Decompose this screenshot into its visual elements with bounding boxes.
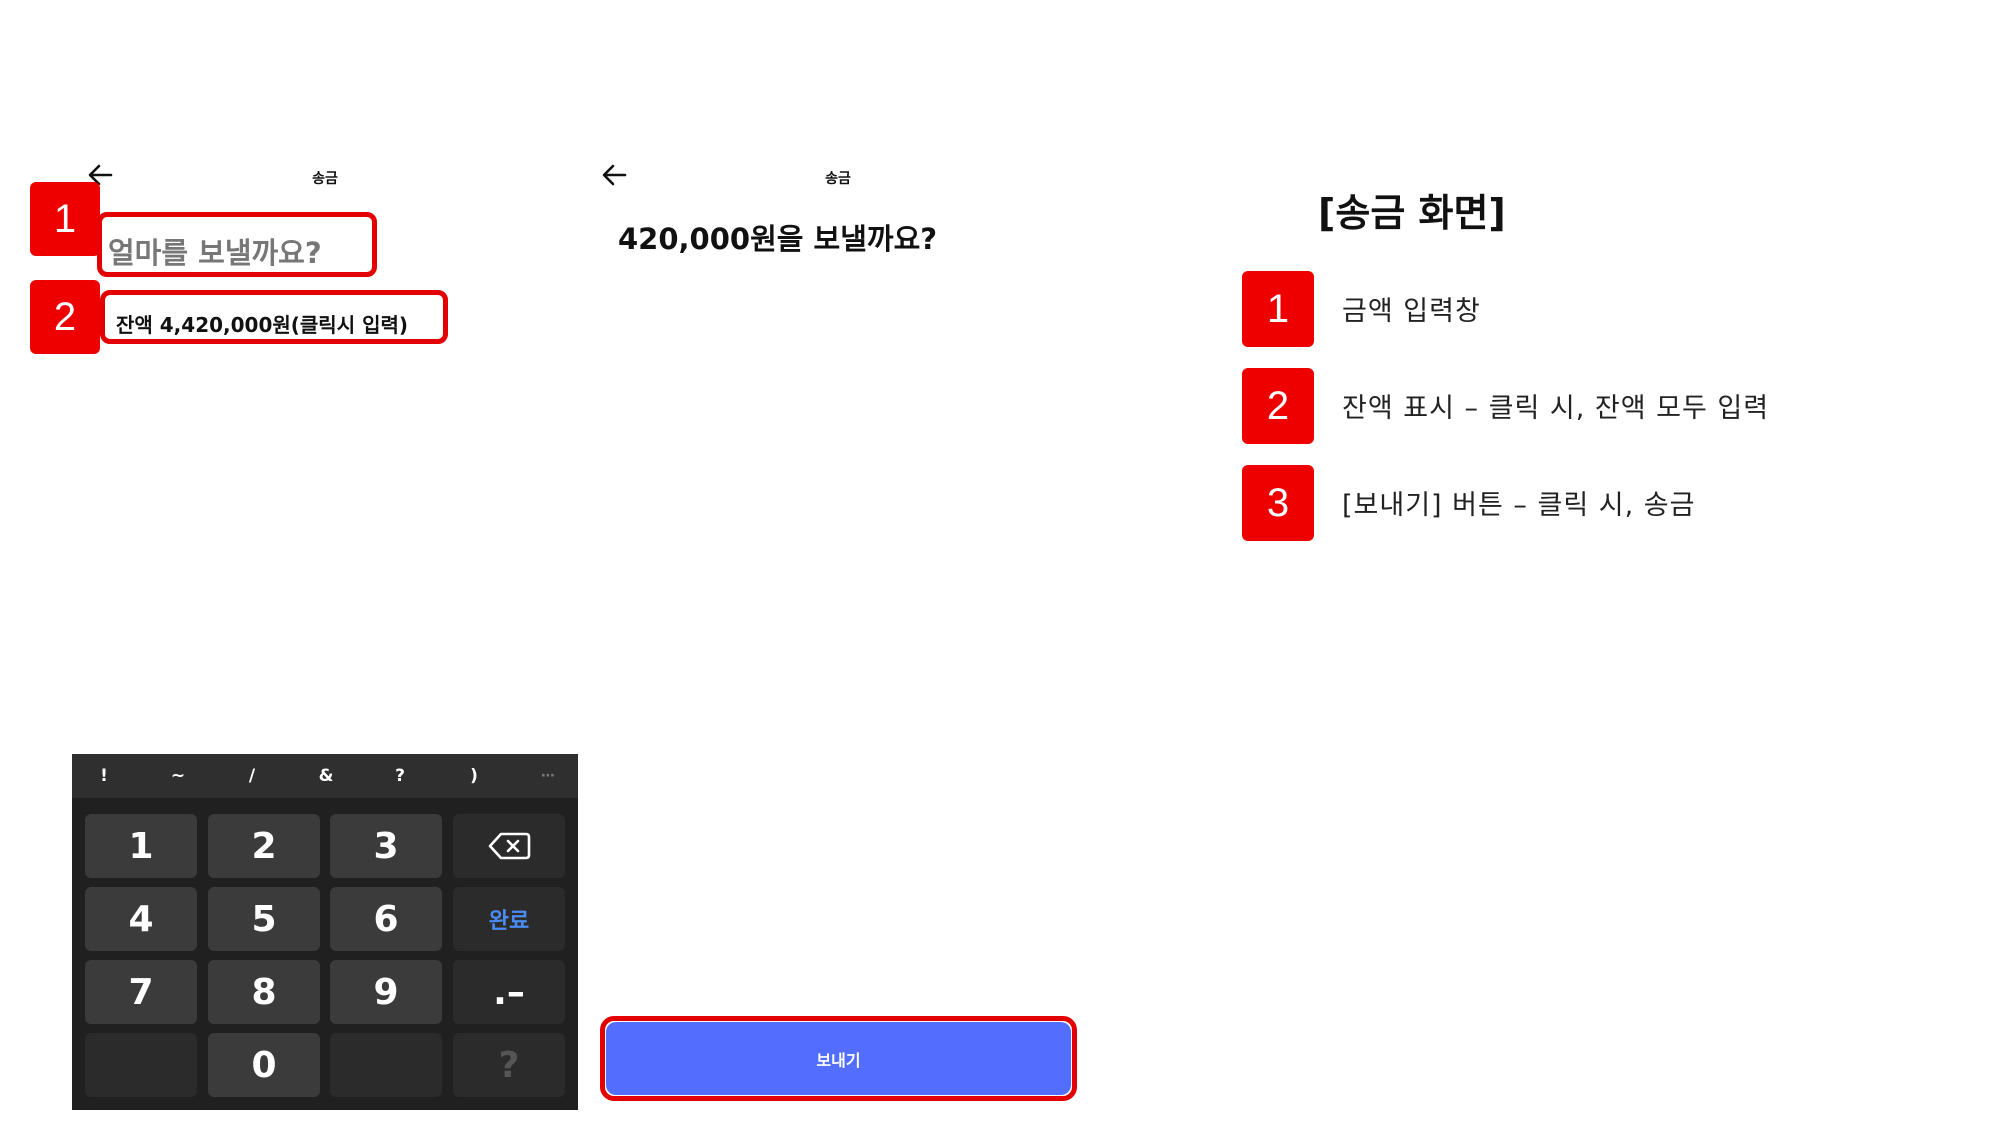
question-key[interactable]: ? [453,1033,565,1097]
symbol-key[interactable]: ) [444,754,504,798]
annotation-badge-2: 2 [30,280,100,354]
back-arrow-icon[interactable] [600,162,628,188]
empty-key [85,1033,197,1097]
dot-dash-key[interactable]: .– [453,960,565,1024]
done-key[interactable]: 완료 [453,887,565,951]
symbol-key[interactable]: ? [370,754,430,798]
legend-item-2: 잔액 표시 – 클릭 시, 잔액 모두 입력 [1342,393,1770,424]
key-5[interactable]: 5 [208,887,320,951]
send-button[interactable]: 보내기 [606,1022,1071,1095]
symbol-key[interactable]: ~ [148,754,208,798]
symbol-key[interactable]: / [222,754,282,798]
symbol-key[interactable]: ! [74,754,134,798]
numeric-keyboard: ! ~ / & ? ) ⋯ 1 2 3 4 5 6 완료 7 8 9 .– 0 … [72,754,578,1110]
key-7[interactable]: 7 [85,960,197,1024]
symbol-key[interactable]: & [296,754,356,798]
key-9[interactable]: 9 [330,960,442,1024]
key-0[interactable]: 0 [208,1033,320,1097]
legend-item-3: [보내기] 버튼 – 클릭 시, 송금 [1342,490,1696,521]
legend-badge-1: 1 [1242,271,1314,347]
backspace-key[interactable] [453,814,565,878]
legend-item-1: 금액 입력창 [1342,296,1481,327]
key-8[interactable]: 8 [208,960,320,1024]
legend-title: [송금 화면] [1318,191,1506,235]
backspace-icon [488,832,531,860]
screen-title: 송금 [312,171,338,187]
key-4[interactable]: 4 [85,887,197,951]
key-3[interactable]: 3 [330,814,442,878]
symbol-row: ! ~ / & ? ) ⋯ [72,754,578,798]
legend-badge-3: 3 [1242,465,1314,541]
annotation-badge-1: 1 [30,182,100,256]
key-1[interactable]: 1 [85,814,197,878]
empty-key [330,1033,442,1097]
amount-value: 420,000원을 보낼까요? [618,222,938,256]
more-symbols-icon[interactable]: ⋯ [518,754,578,798]
legend-badge-2: 2 [1242,368,1314,444]
amount-input[interactable]: 얼마를 보낼까요? [108,230,322,272]
key-2[interactable]: 2 [208,814,320,878]
key-6[interactable]: 6 [330,887,442,951]
balance-link[interactable]: 잔액 4,420,000원(클릭시 입력) [116,309,408,338]
screen-title: 송금 [825,171,851,187]
